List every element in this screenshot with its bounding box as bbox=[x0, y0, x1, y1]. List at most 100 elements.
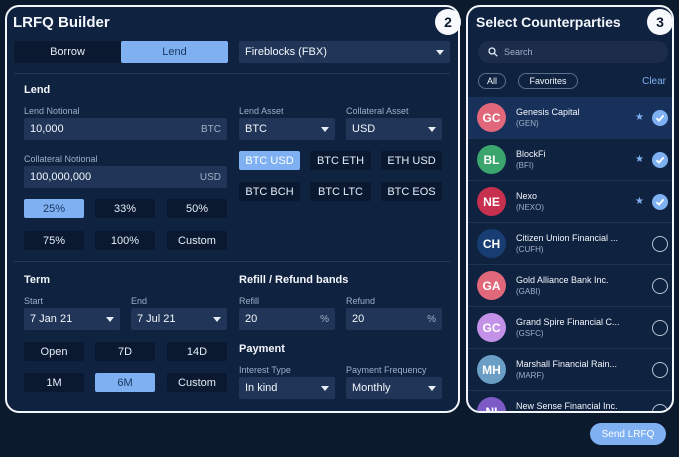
pct-button-100[interactable]: 100% bbox=[95, 231, 155, 250]
pct-button-25[interactable]: 25% bbox=[24, 199, 84, 218]
avatar: GC bbox=[477, 103, 506, 132]
counterparty-row[interactable]: MH Marshall Financial Rain... (MARF) bbox=[468, 349, 672, 391]
pair-btc-eos[interactable]: BTC EOS bbox=[381, 182, 442, 201]
lend-asset-label: Lend Asset bbox=[239, 106, 284, 116]
chevron-down-icon bbox=[428, 126, 436, 132]
counterparty-name: Nexo bbox=[516, 191, 538, 201]
term-end-select[interactable]: 7 Jul 21 bbox=[131, 308, 227, 330]
checkmark-icon[interactable] bbox=[652, 194, 668, 210]
avatar: CH bbox=[477, 229, 506, 258]
term-start-label: Start bbox=[24, 296, 44, 306]
chevron-down-icon bbox=[213, 316, 221, 322]
refill-label: Refill bbox=[239, 296, 260, 306]
counterparty-code: (CUFH) bbox=[516, 245, 544, 254]
counterparty-name: Grand Spire Financial C... bbox=[516, 317, 620, 327]
counterparties-title: Select Counterparties bbox=[476, 14, 621, 30]
pair-btc-eth[interactable]: BTC ETH bbox=[310, 151, 371, 170]
term-button-7d[interactable]: 7D bbox=[95, 342, 155, 361]
term-button-14d[interactable]: 14D bbox=[167, 342, 227, 361]
unchecked-circle-icon[interactable] bbox=[652, 320, 668, 336]
pair-btc-bch[interactable]: BTC BCH bbox=[239, 182, 300, 201]
lend-heading: Lend bbox=[24, 84, 51, 96]
term-start-select[interactable]: 7 Jan 21 bbox=[24, 308, 120, 330]
counterparties-panel: Select Counterparties 3 Search All Favor… bbox=[466, 5, 674, 413]
term-start-value: 7 Jan 21 bbox=[30, 313, 73, 325]
interest-type-value: In kind bbox=[245, 382, 278, 394]
counterparty-row[interactable]: NE Nexo (NEXO) ★ bbox=[468, 181, 672, 223]
checkmark-icon[interactable] bbox=[652, 110, 668, 126]
lend-asset-value: BTC bbox=[245, 123, 267, 135]
counterparty-name: Gold Alliance Bank Inc. bbox=[516, 275, 609, 285]
refill-value: 20 bbox=[245, 313, 258, 325]
collateral-notional-value: 100,000,000 bbox=[30, 171, 92, 183]
refill-input[interactable]: 20 % bbox=[239, 308, 335, 330]
step-badge-3: 3 bbox=[647, 9, 672, 35]
pct-button-custom[interactable]: Custom bbox=[167, 231, 227, 250]
chevron-down-icon bbox=[321, 385, 329, 391]
term-end-value: 7 Jul 21 bbox=[137, 313, 176, 325]
avatar: GA bbox=[477, 271, 506, 300]
checkmark-icon[interactable] bbox=[652, 152, 668, 168]
counterparty-row[interactable]: CH Citizen Union Financial ... (CUFH) bbox=[468, 223, 672, 265]
star-icon[interactable]: ★ bbox=[635, 154, 644, 165]
collateral-asset-select[interactable]: USD bbox=[346, 118, 442, 140]
collateral-asset-label: Collateral Asset bbox=[346, 106, 409, 116]
unchecked-circle-icon[interactable] bbox=[652, 362, 668, 378]
term-button-6m[interactable]: 6M bbox=[95, 373, 155, 392]
term-heading: Term bbox=[24, 274, 51, 286]
clear-button[interactable]: Clear bbox=[642, 76, 666, 87]
avatar: MH bbox=[477, 355, 506, 384]
pair-btc-ltc[interactable]: BTC LTC bbox=[310, 182, 371, 201]
counterparty-code: (NEXO) bbox=[516, 203, 544, 212]
borrow-tab[interactable]: Borrow bbox=[14, 41, 121, 63]
search-icon bbox=[488, 47, 498, 57]
lend-notional-input[interactable]: 10,000 BTC bbox=[24, 118, 227, 140]
counterparty-search-input[interactable]: Search bbox=[478, 41, 668, 63]
unchecked-circle-icon[interactable] bbox=[652, 404, 668, 411]
chevron-down-icon bbox=[428, 385, 436, 391]
counterparty-row[interactable]: GC Genesis Capital (GEN) ★ bbox=[468, 97, 672, 139]
builder-title: LRFQ Builder bbox=[13, 14, 110, 31]
collateral-asset-value: USD bbox=[352, 123, 376, 135]
counterparty-name: Marshall Financial Rain... bbox=[516, 359, 618, 369]
term-button-open[interactable]: Open bbox=[24, 342, 84, 361]
counterparty-row[interactable]: GC Grand Spire Financial C... (GSFC) bbox=[468, 307, 672, 349]
venue-value: Fireblocks (FBX) bbox=[245, 46, 327, 58]
pct-button-33[interactable]: 33% bbox=[95, 199, 155, 218]
lend-asset-select[interactable]: BTC bbox=[239, 118, 335, 140]
interest-type-select[interactable]: In kind bbox=[239, 377, 335, 399]
lend-notional-label: Lend Notional bbox=[24, 106, 80, 116]
counterparty-list: GC Genesis Capital (GEN) ★ BL BlockFi (BFI) ★ NE… bbox=[468, 97, 672, 411]
term-button-1m[interactable]: 1M bbox=[24, 373, 84, 392]
counterparty-name: New Sense Financial Inc. bbox=[516, 401, 618, 411]
refund-unit: % bbox=[427, 313, 436, 325]
counterparty-row[interactable]: BL BlockFi (BFI) ★ bbox=[468, 139, 672, 181]
chevron-down-icon bbox=[321, 126, 329, 132]
chevron-down-icon bbox=[436, 49, 444, 55]
payment-frequency-value: Monthly bbox=[352, 382, 391, 394]
filter-all[interactable]: All bbox=[478, 73, 506, 89]
pct-button-75[interactable]: 75% bbox=[24, 231, 84, 250]
term-button-custom[interactable]: Custom bbox=[167, 373, 227, 392]
unchecked-circle-icon[interactable] bbox=[652, 236, 668, 252]
avatar: GC bbox=[477, 313, 506, 342]
counterparty-row[interactable]: GA Gold Alliance Bank Inc. (GABI) bbox=[468, 265, 672, 307]
payment-frequency-select[interactable]: Monthly bbox=[346, 377, 442, 399]
filter-favorites[interactable]: Favorites bbox=[518, 73, 578, 89]
unchecked-circle-icon[interactable] bbox=[652, 278, 668, 294]
refund-input[interactable]: 20 % bbox=[346, 308, 442, 330]
send-lrfq-button[interactable]: Send LRFQ bbox=[590, 423, 666, 445]
star-icon[interactable]: ★ bbox=[635, 196, 644, 207]
pair-btc-usd[interactable]: BTC USD bbox=[239, 151, 300, 170]
chevron-down-icon bbox=[106, 316, 114, 322]
collateral-notional-input[interactable]: 100,000,000 USD bbox=[24, 166, 227, 188]
pair-eth-usd[interactable]: ETH USD bbox=[381, 151, 442, 170]
pct-button-50[interactable]: 50% bbox=[167, 199, 227, 218]
counterparty-row[interactable]: NI New Sense Financial Inc. bbox=[468, 391, 672, 411]
refill-refund-heading: Refill / Refund bands bbox=[239, 274, 349, 286]
lend-tab[interactable]: Lend bbox=[121, 41, 228, 63]
refund-label: Refund bbox=[346, 296, 376, 306]
venue-select[interactable]: Fireblocks (FBX) bbox=[239, 41, 450, 63]
interest-type-label: Interest Type bbox=[239, 365, 291, 375]
star-icon[interactable]: ★ bbox=[635, 112, 644, 123]
